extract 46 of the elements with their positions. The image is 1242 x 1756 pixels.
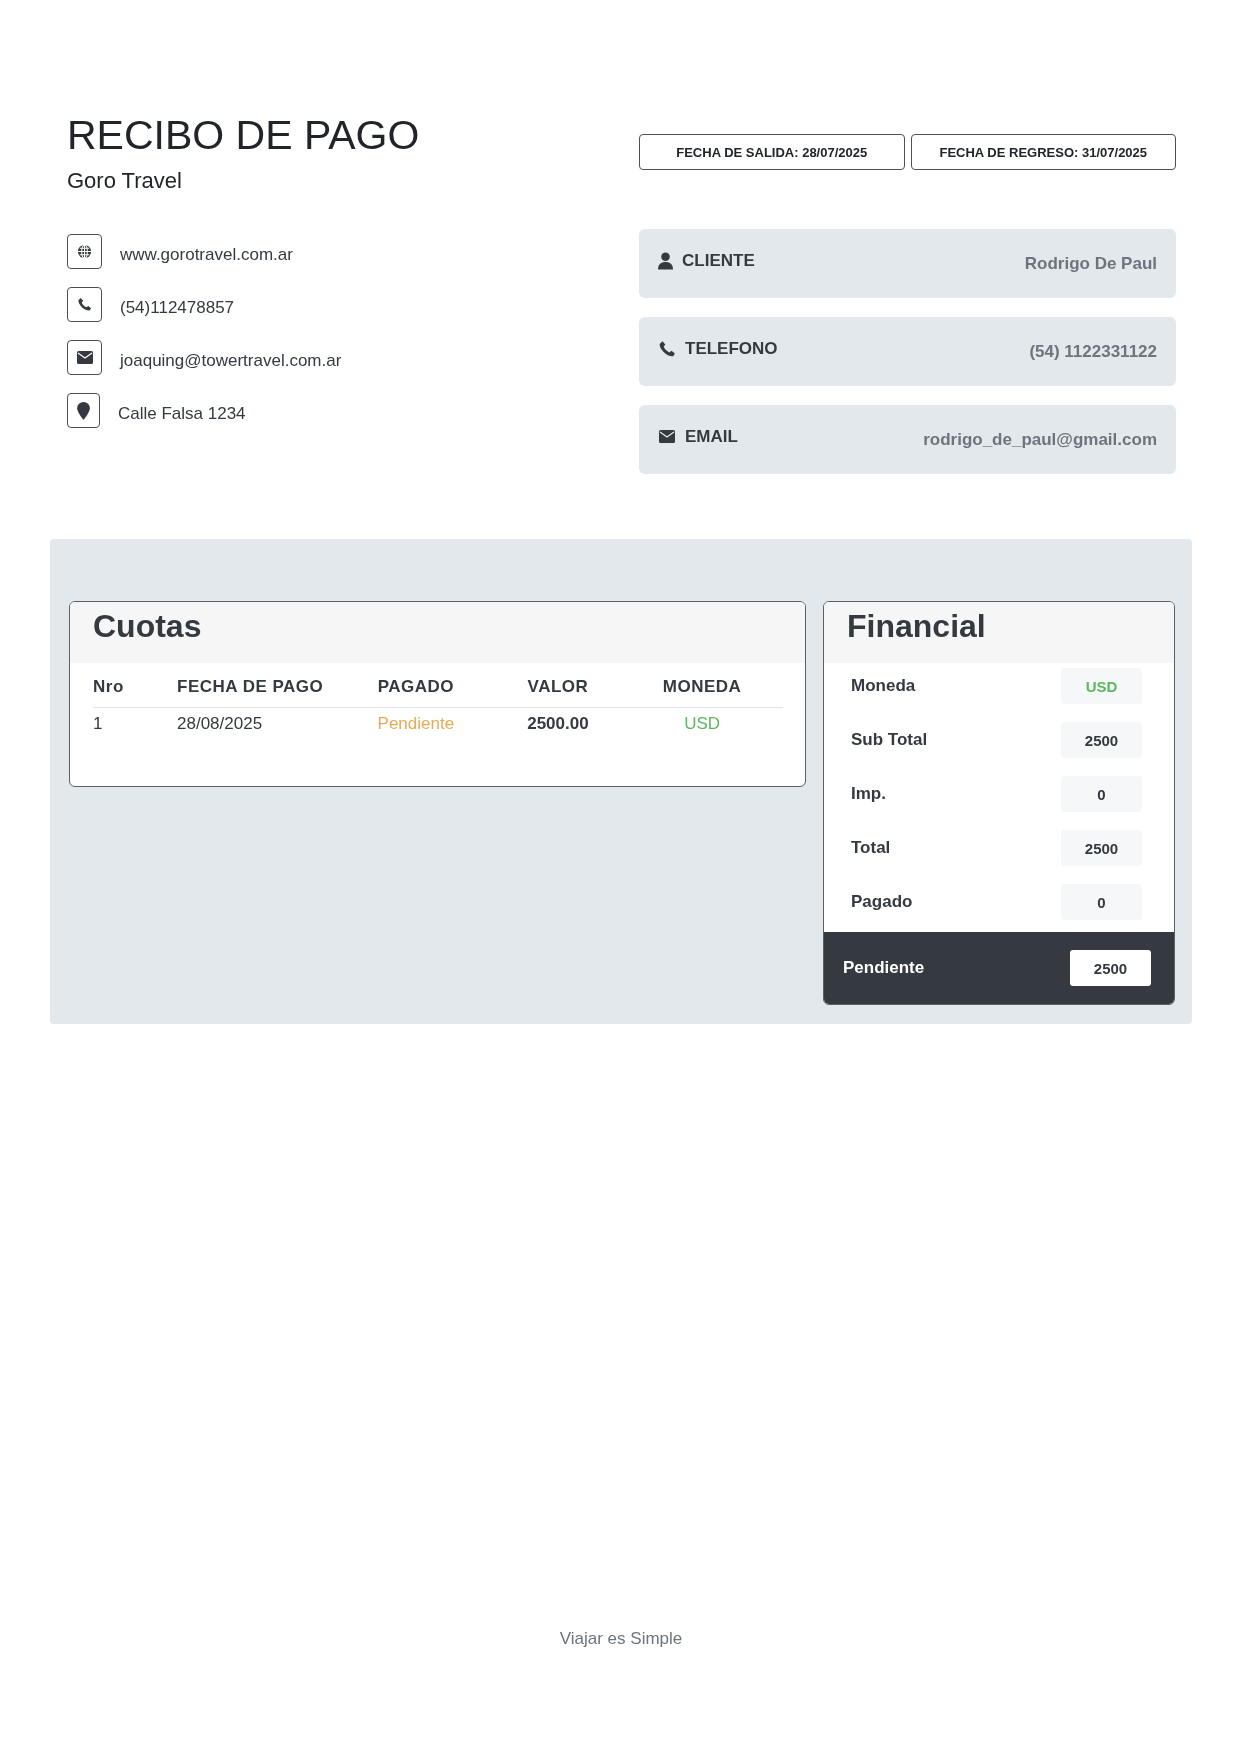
column-header: VALOR [494,663,622,708]
globe-icon [67,234,102,269]
column-header: MONEDA [621,663,783,708]
pending-value: 2500 [1070,950,1151,986]
contact-text: (54)112478857 [120,297,235,318]
envelope-icon [658,430,676,443]
table-cell: 28/08/2025 [177,707,337,740]
info-value: (54) 1122331122 [1029,341,1157,362]
date-badge: FECHA DE REGRESO: 31/07/2025 [910,134,1176,170]
card-title: Cuotas [92,607,203,646]
phone-icon [658,339,676,358]
financial-value: 2500 [1061,830,1142,866]
financial-label: Pagado [851,892,913,912]
table-cell: 1 [93,707,177,740]
financial-value: 0 [1061,884,1142,920]
contact-text: Calle Falsa 1234 [118,403,246,424]
financial-label: Sub Total [851,730,928,750]
info-label: EMAIL [685,426,738,447]
financial-label: Total [851,838,891,858]
date-badge: FECHA DE SALIDA: 28/07/2025 [639,134,905,170]
table-cell: USD [621,707,783,740]
financial-value: 2500 [1061,722,1142,758]
phone-icon [67,287,102,322]
contact-text: www.gorotravel.com.ar [120,244,293,265]
financial-label: Imp. [851,784,886,804]
contact-text: joaquing@towertravel.com.ar [120,350,342,371]
financial-label: Moneda [851,676,916,696]
info-label: CLIENTE [682,250,755,271]
company-name: Goro Travel [67,168,183,194]
table-cell: 2500.00 [494,707,622,740]
info-label: TELEFONO [685,338,778,359]
envelope-icon [67,340,102,375]
column-header: FECHA DE PAGO [177,663,337,708]
financial-value: USD [1061,668,1142,704]
card-title: Financial [846,607,987,646]
info-value: rodrigo_de_paul@gmail.com [923,429,1157,450]
info-value: Rodrigo De Paul [1024,253,1157,274]
map-pin-icon [67,393,100,428]
column-header: PAGADO [337,663,495,708]
receipt-title: RECIBO DE PAGO [67,111,421,160]
table-cell: Pendiente [337,707,495,740]
user-icon [658,251,673,270]
column-header: Nro [93,663,177,708]
financial-value: 0 [1061,776,1142,812]
footer-slogan: Viajar es Simple [559,1629,683,1649]
pending-label: Pendiente [843,958,925,978]
